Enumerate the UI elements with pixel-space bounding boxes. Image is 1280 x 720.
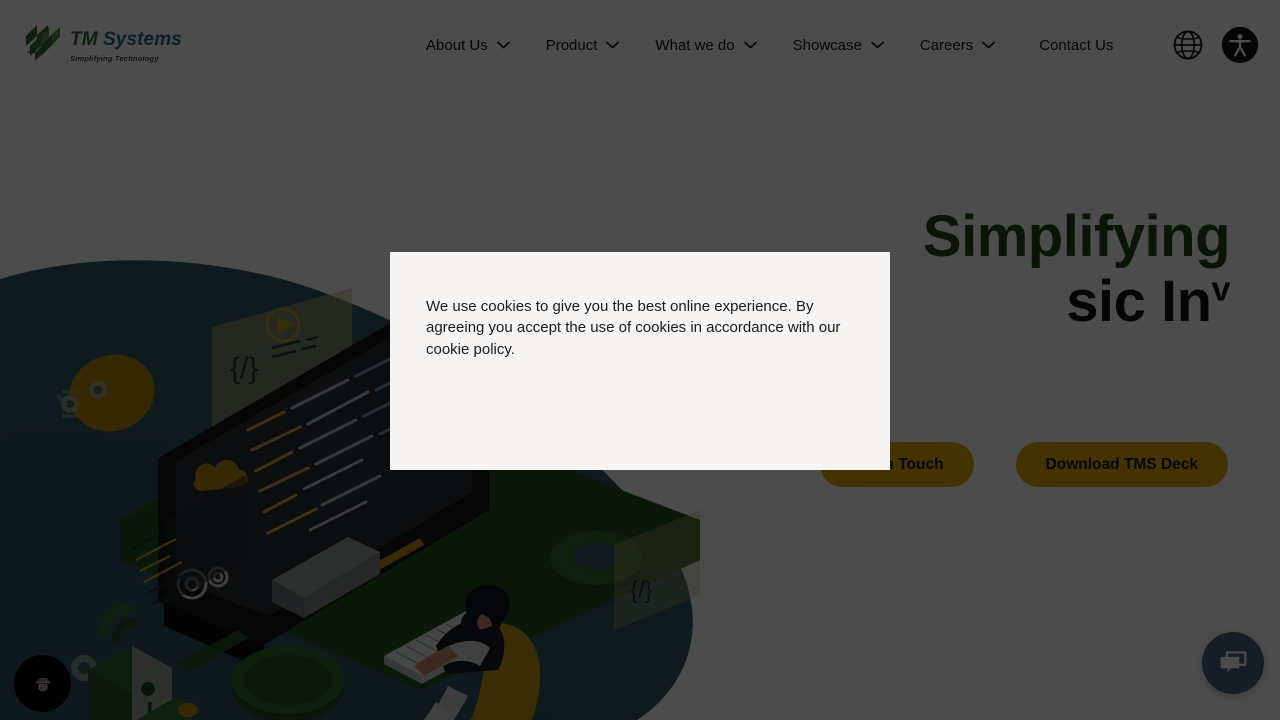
cookie-consent-message: We use cookies to give you the best onli… [426,298,841,358]
cookie-consent-dialog: We use cookies to give you the best onli… [390,252,890,470]
